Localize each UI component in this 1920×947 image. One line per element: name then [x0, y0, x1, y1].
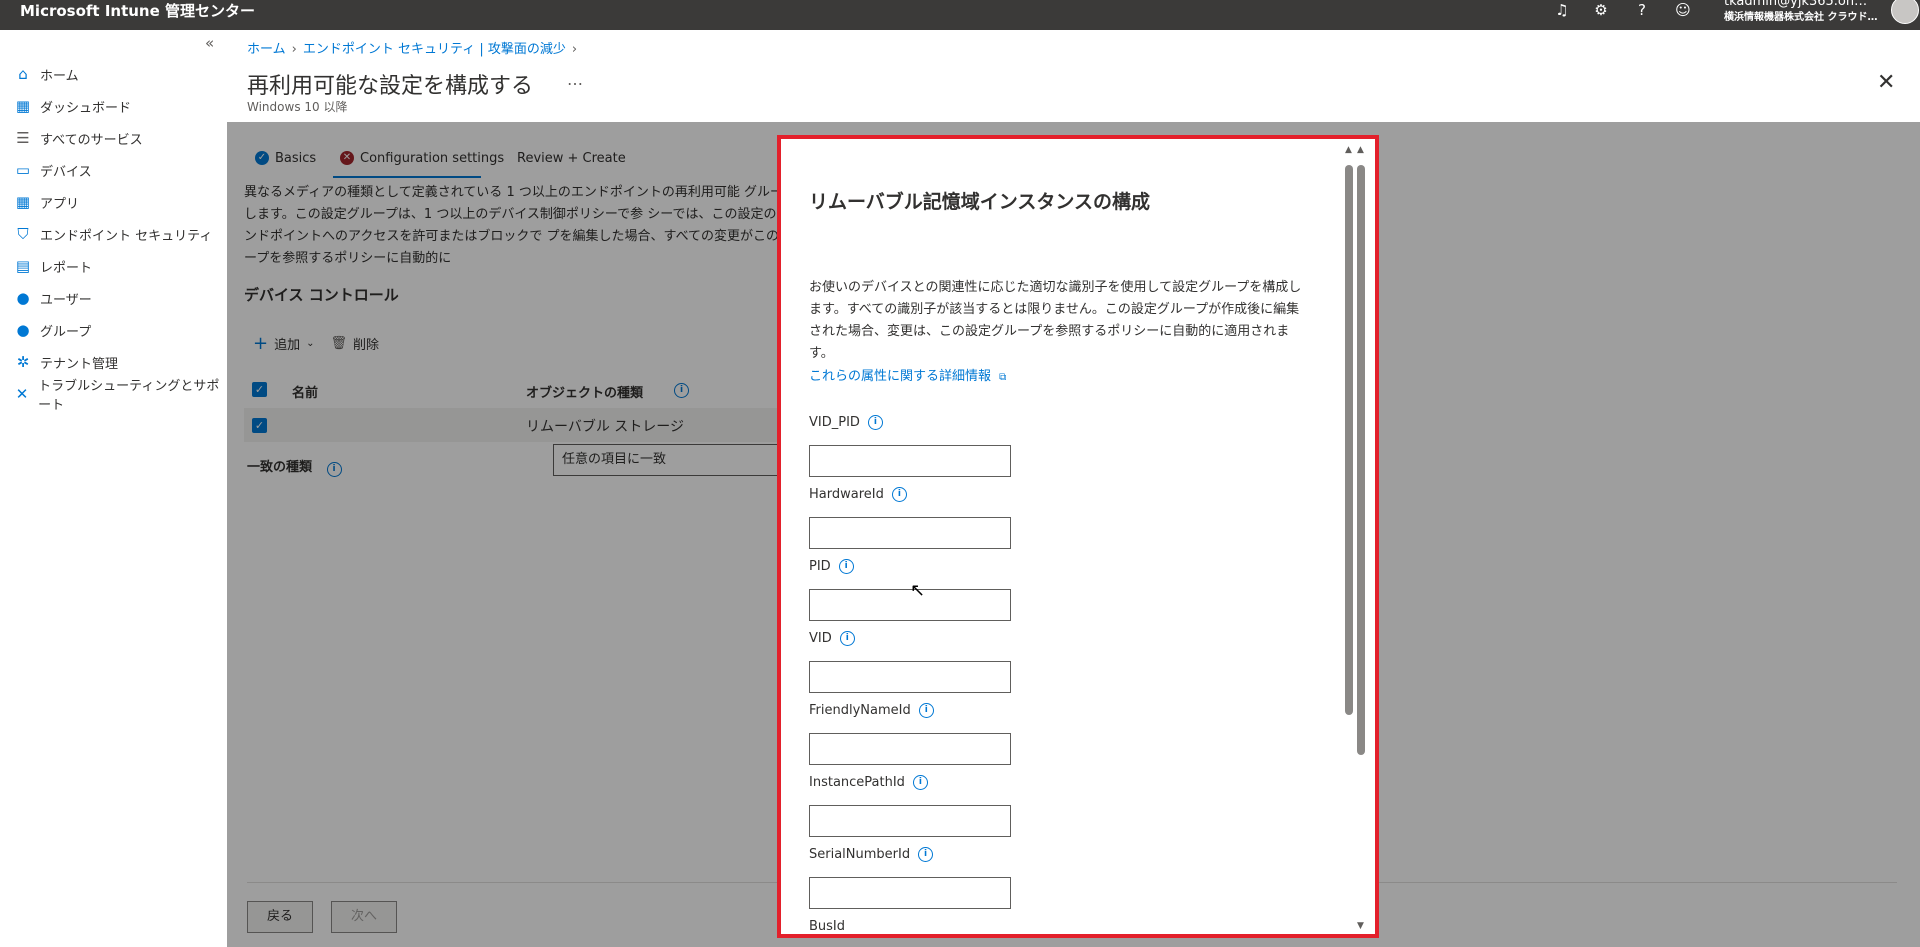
field-label-bus-id: BusId — [809, 919, 845, 934]
info-icon[interactable]: i — [891, 487, 907, 502]
sidebar-item-reports[interactable]: ▤ レポート — [14, 254, 224, 278]
user-icon: ● — [16, 289, 30, 307]
sidebar-item-apps[interactable]: ▦ アプリ — [14, 190, 224, 214]
sidebar-item-endpoint-security[interactable]: ⛉ エンドポイント セキュリティ — [14, 222, 224, 246]
sidebar-item-devices[interactable]: ▭ デバイス — [14, 158, 224, 182]
sidebar-item-label: テナント管理 — [40, 356, 119, 372]
external-link-icon: ⧉ — [999, 372, 1007, 383]
field-label-text: SerialNumberId — [809, 847, 911, 862]
more-button[interactable]: … — [567, 70, 583, 89]
tenant-icon: ✲ — [16, 353, 30, 371]
learn-more-link[interactable]: これらの属性に関する詳細情報 ⧉ — [809, 365, 1006, 384]
group-icon: ● — [16, 321, 30, 339]
field-label-serial-number-id: SerialNumberId i — [809, 847, 934, 862]
info-icon[interactable]: i — [918, 847, 934, 862]
sidebar-item-all-services[interactable]: ☰ すべてのサービス — [14, 126, 224, 150]
sidebar-item-label: すべてのサービス — [40, 132, 143, 148]
field-label-vid-pid: VID_PID i — [809, 415, 883, 430]
gear-icon[interactable]: ⚙ — [1590, 0, 1612, 22]
sidebar-item-label: ホーム — [40, 68, 79, 84]
sidebar-item-label: アプリ — [40, 196, 80, 212]
field-label-text: VID_PID — [809, 415, 860, 430]
dialog-title: リムーバブル記憶域インスタンスの構成 — [809, 191, 1151, 213]
field-label-friendly-name-id: FriendlyNameId i — [809, 703, 934, 718]
sidebar-item-groups[interactable]: ● グループ — [14, 318, 224, 342]
account-info[interactable]: tkadmin@yjk365.on… 横浜情報機器株式会社 クラウド… — [1724, 0, 1877, 26]
sidebar-item-label: グループ — [40, 324, 92, 340]
tools-icon: ✕ — [15, 385, 29, 403]
field-label-text: BusId — [809, 919, 846, 934]
friendly-name-id-input[interactable] — [809, 733, 1011, 765]
shield-icon: ⛉ — [17, 225, 29, 243]
scroll-down-icon[interactable]: ▼ — [1357, 921, 1364, 931]
sidebar-item-tenant-admin[interactable]: ✲ テナント管理 — [14, 350, 224, 374]
field-label-pid: PID i — [809, 559, 854, 574]
devices-icon: ▭ — [15, 161, 31, 179]
avatar[interactable] — [1891, 0, 1919, 24]
scrollbar-thumb[interactable] — [1357, 165, 1365, 755]
sidebar-item-label: トラブルシューティングとサポート — [38, 379, 220, 413]
vid-input[interactable] — [809, 661, 1011, 693]
close-icon[interactable]: ✕ — [1877, 70, 1895, 95]
serial-number-id-input[interactable] — [809, 877, 1011, 909]
bell-icon[interactable]: ♫ — [1551, 0, 1573, 22]
chevron-right-icon: › — [571, 42, 578, 57]
removable-storage-dialog: リムーバブル記憶域インスタンスの構成 お使いのデバイスとの関連性に応じた適切な識… — [777, 135, 1379, 938]
help-icon[interactable]: ? — [1631, 0, 1653, 22]
scroll-up-icon[interactable]: ▲ — [1345, 145, 1352, 155]
sidebar-item-label: レポート — [40, 260, 93, 276]
feedback-icon[interactable]: ☺ — [1672, 0, 1694, 22]
dashboard-icon: ▦ — [15, 97, 31, 115]
sidebar-item-home[interactable]: ⌂ ホーム — [14, 62, 224, 86]
page-title: 再利用可能な設定を構成する — [247, 74, 534, 99]
page-subtitle: Windows 10 以降 — [247, 100, 348, 114]
field-label-text: InstancePathId — [809, 775, 905, 790]
account-org: 横浜情報機器株式会社 クラウド… — [1724, 12, 1878, 23]
instance-path-id-input[interactable] — [809, 805, 1011, 837]
breadcrumb: ホーム › エンドポイント セキュリティ | 攻撃面の減少 › — [247, 38, 583, 57]
vid-pid-input[interactable] — [809, 445, 1011, 477]
breadcrumb-home[interactable]: ホーム — [247, 42, 286, 57]
account-email: tkadmin@yjk365.on… — [1724, 0, 1868, 9]
app-title[interactable]: Microsoft Intune 管理センター — [20, 0, 255, 22]
field-label-text: VID — [809, 631, 832, 646]
sidebar-item-label: デバイス — [40, 164, 92, 180]
field-label-text: PID — [809, 559, 831, 574]
home-icon: ⌂ — [18, 65, 28, 83]
hardware-id-input[interactable] — [809, 517, 1011, 549]
dialog-description: お使いのデバイスとの関連性に応じた適切な識別子を使用して設定グループを構成します… — [809, 280, 1302, 361]
info-icon[interactable]: i — [918, 703, 934, 718]
info-icon[interactable]: i — [867, 415, 883, 430]
info-icon[interactable]: i — [912, 775, 928, 790]
field-label-instance-path-id: InstancePathId i — [809, 775, 928, 790]
field-label-vid: VID i — [809, 631, 855, 646]
apps-icon: ▦ — [15, 193, 31, 211]
chevron-right-icon: › — [291, 42, 297, 57]
sidebar-item-users[interactable]: ● ユーザー — [14, 286, 224, 310]
mouse-cursor-icon: ↖ — [910, 580, 926, 601]
breadcrumb-endpoint-security[interactable]: エンドポイント セキュリティ | 攻撃面の減少 — [303, 42, 566, 57]
field-label-text: HardwareId — [809, 487, 884, 502]
info-icon[interactable]: i — [838, 559, 854, 574]
sidebar-item-label: ユーザー — [40, 292, 92, 308]
sidebar-item-dashboard[interactable]: ▦ ダッシュボード — [14, 94, 224, 118]
scrollbar-thumb[interactable] — [1345, 165, 1353, 715]
learn-more-link-text: これらの属性に関する詳細情報 — [809, 369, 992, 384]
scrollbar[interactable]: ▲ ▲ ▼ — [1345, 145, 1371, 934]
field-label-hardware-id: HardwareId i — [809, 487, 907, 502]
sidebar-item-troubleshooting[interactable]: ✕ トラブルシューティングとサポート — [14, 379, 224, 413]
top-bar: Microsoft Intune 管理センター ♫ ⚙ ? ☺ tkadmin@… — [0, 0, 1920, 30]
sidebar-item-label: エンドポイント セキュリティ — [40, 228, 213, 244]
sidebar-item-label: ダッシュボード — [40, 100, 132, 116]
reports-icon: ▤ — [15, 257, 31, 275]
list-icon: ☰ — [16, 129, 30, 147]
collapse-sidebar-button[interactable]: « — [205, 34, 214, 52]
sidebar: « ⌂ ホーム ▦ ダッシュボード ☰ すべてのサービス ▭ デバイス ▦ アプ… — [0, 30, 228, 947]
scroll-up-icon[interactable]: ▲ — [1357, 145, 1364, 155]
info-icon[interactable]: i — [839, 631, 855, 646]
field-label-text: FriendlyNameId — [809, 703, 911, 718]
